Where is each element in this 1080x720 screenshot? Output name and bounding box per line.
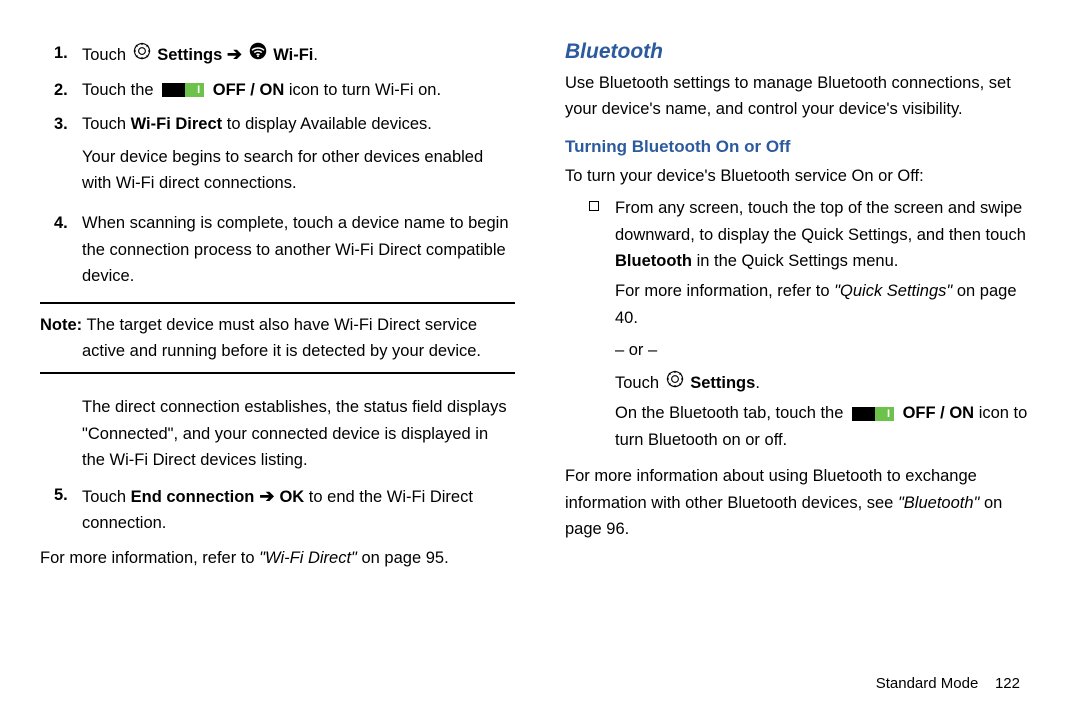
step-2: 2. Touch the OFF / ON icon to turn Wi-Fi… [40, 77, 515, 103]
note-text-cont: active and running before it is detected… [40, 338, 515, 364]
footer-page-number: 122 [995, 675, 1020, 692]
step-5: 5. Touch End connection ➔ OK to end the … [40, 482, 515, 537]
post-note-paragraph: The direct connection establishes, the s… [82, 394, 515, 473]
bt-lead: To turn your device's Bluetooth service … [565, 163, 1040, 189]
toggle-icon [852, 407, 894, 421]
more-info-right: For more information about using Bluetoo… [565, 463, 1040, 542]
off-on-label: OFF / ON [213, 81, 285, 99]
bt-tab-line: On the Bluetooth tab, touch the OFF / ON… [615, 400, 1040, 453]
step-number: 3. [40, 111, 82, 137]
step-number: 1. [40, 40, 82, 66]
step-3-detail: Your device begins to search for other d… [82, 144, 515, 197]
footer-mode: Standard Mode [876, 675, 979, 692]
toggle-icon [162, 83, 204, 97]
settings-label: Settings [690, 374, 755, 392]
step-number: 5. [40, 482, 82, 508]
manual-page: 1. Touch Settings ➔ Wi-Fi. 2. [0, 0, 1080, 720]
step-3: 3. Touch Wi-Fi Direct to display Availab… [40, 111, 515, 202]
gear-icon [666, 370, 684, 396]
right-column: Bluetooth Use Bluetooth settings to mana… [540, 40, 1040, 690]
bluetooth-intro: Use Bluetooth settings to manage Bluetoo… [565, 70, 1040, 123]
touch-settings-line: Touch Settings. [615, 370, 1040, 397]
left-column: 1. Touch Settings ➔ Wi-Fi. 2. [40, 40, 540, 690]
bullet-item: From any screen, touch the top of the sc… [589, 195, 1040, 453]
step-number: 4. [40, 210, 82, 236]
ok-label: OK [279, 488, 304, 506]
gear-icon [133, 42, 151, 68]
steps-list-2: 5. Touch End connection ➔ OK to end the … [40, 482, 515, 537]
heading-bluetooth: Bluetooth [565, 40, 1040, 64]
square-bullet-icon [589, 201, 599, 211]
xref-bluetooth: "Bluetooth" [898, 494, 979, 512]
more-info-left: For more information, refer to "Wi-Fi Di… [40, 545, 515, 571]
steps-list: 1. Touch Settings ➔ Wi-Fi. 2. [40, 40, 515, 290]
xref-quick-settings: "Quick Settings" [834, 282, 952, 300]
step-number: 2. [40, 77, 82, 103]
page-footer: Standard Mode 122 [876, 675, 1020, 692]
xref-wifi-direct: "Wi-Fi Direct" [259, 549, 357, 567]
wifi-label: Wi-Fi [273, 46, 313, 64]
wifi-icon [249, 42, 267, 68]
wifi-direct-label: Wi-Fi Direct [131, 115, 223, 133]
or-separator: – or – [615, 337, 1040, 363]
note-text: The target device must also have Wi-Fi D… [82, 316, 477, 334]
bullet-line-2: For more information, refer to "Quick Se… [615, 278, 1040, 331]
bluetooth-bold: Bluetooth [615, 252, 692, 270]
off-on-label: OFF / ON [903, 404, 975, 422]
note-label: Note: [40, 316, 82, 334]
end-connection-label: End connection [131, 488, 255, 506]
bullet-line-1: From any screen, touch the top of the sc… [615, 195, 1040, 274]
heading-turning-bt: Turning Bluetooth On or Off [565, 137, 1040, 157]
step-1: 1. Touch Settings ➔ Wi-Fi. [40, 40, 515, 69]
note-box: Note: The target device must also have W… [40, 302, 515, 375]
step-4-text: When scanning is complete, touch a devic… [82, 210, 515, 289]
settings-label: Settings [157, 46, 227, 64]
text: Touch [82, 46, 131, 64]
arrow-icon: ➔ [254, 486, 279, 506]
arrow-icon: ➔ [227, 44, 242, 64]
step-4: 4. When scanning is complete, touch a de… [40, 210, 515, 289]
